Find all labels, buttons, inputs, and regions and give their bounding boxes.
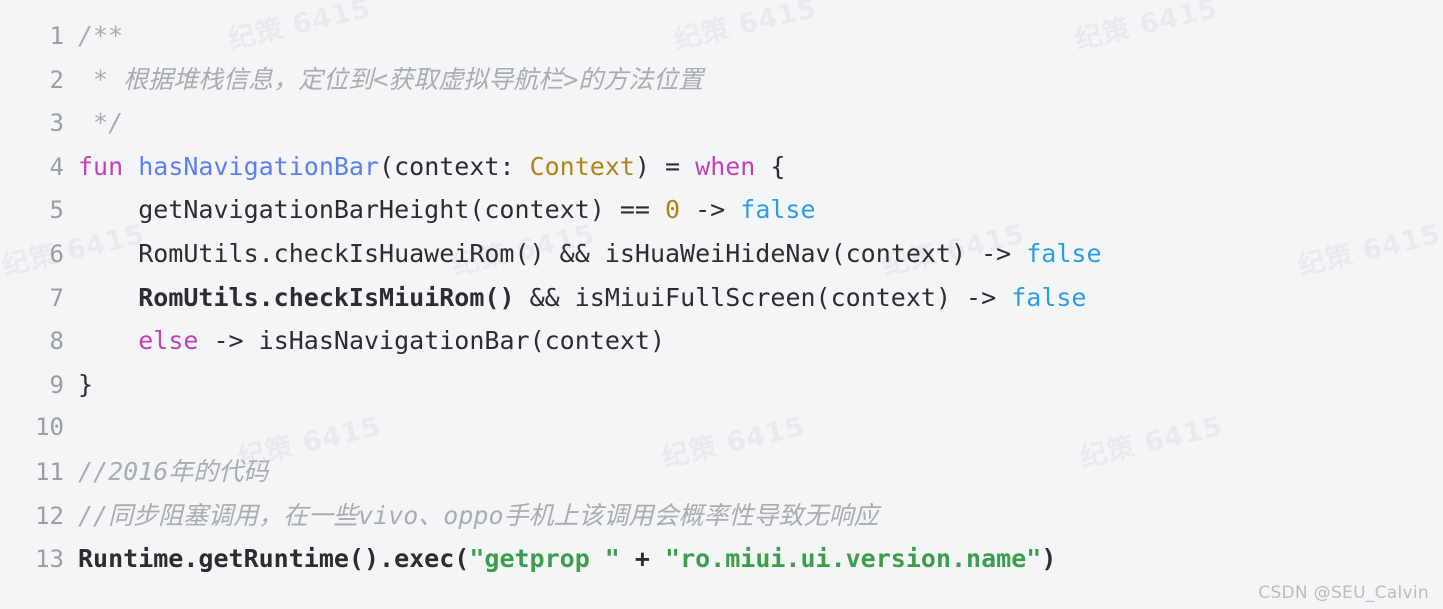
code-token-plain-bold: Runtime.getRuntime().exec(	[78, 544, 470, 574]
code-line: 11 //2016年的代码	[0, 450, 1443, 494]
line-number: 12	[35, 501, 64, 530]
line-number: 13	[35, 545, 64, 574]
code-token-keyword: when	[695, 151, 756, 181]
code-line: 8 else -> isHasNavigationBar(context)	[0, 319, 1443, 363]
code-token-plain: ) =	[634, 151, 696, 181]
code-line-text: RomUtils.checkIsHuaweiRom() && isHuaWeiH…	[78, 232, 1443, 276]
code-token-string-bold: "getprop "	[469, 544, 620, 574]
code-line: 4 fun hasNavigationBar(context: Context) …	[0, 145, 1443, 189]
code-token-plain-bold: )	[1041, 544, 1057, 574]
code-token-plain: && isMiuiFullScreen(context) ->	[514, 282, 1012, 312]
code-line-text: else -> isHasNavigationBar(context)	[78, 319, 1443, 363]
code-token-bool: false	[1026, 238, 1102, 268]
code-line-text: fun hasNavigationBar(context: Context) =…	[78, 145, 1443, 189]
code-token-plain: getNavigationBarHeight(context) ==	[78, 195, 665, 225]
line-number: 1	[49, 22, 64, 50]
code-line-text: */	[78, 101, 1443, 145]
line-number: 10	[35, 413, 64, 442]
code-token-plain: {	[755, 151, 786, 181]
line-number: 9	[49, 370, 64, 399]
line-number: 7	[49, 283, 64, 312]
code-token-bool: false	[1011, 282, 1087, 312]
code-token-comment: //同步阻塞调用，在一些vivo、oppo手机上该调用会概率性导致无响应	[78, 500, 879, 530]
code-token-plain: -> isHasNavigationBar(context)	[198, 326, 666, 356]
code-line: 1 /**	[0, 14, 1443, 58]
code-line: 6 RomUtils.checkIsHuaweiRom() && isHuaWe…	[0, 232, 1443, 276]
code-token-plain: }	[78, 369, 94, 399]
line-number: 5	[49, 196, 64, 225]
line-number: 6	[49, 239, 64, 268]
code-line-text: RomUtils.checkIsMiuiRom() && isMiuiFullS…	[78, 276, 1443, 320]
code-token-keyword: fun	[78, 151, 124, 181]
code-line: 9}	[0, 363, 1443, 407]
code-line-text: * 根据堆栈信息，定位到<获取虚拟导航栏>的方法位置	[78, 58, 1443, 102]
code-line: 5 getNavigationBarHeight(context) == 0 -…	[0, 188, 1443, 232]
code-token-plain: (context:	[379, 151, 530, 181]
code-token-type: Context	[529, 151, 635, 181]
code-line: 3 */	[0, 101, 1443, 145]
line-number: 8	[49, 327, 64, 356]
code-token-bool: false	[740, 195, 816, 225]
code-token-comment: */	[78, 108, 124, 138]
code-line-text: Runtime.getRuntime().exec("getprop " + "…	[78, 537, 1443, 581]
code-token-comment: * 根据堆栈信息，定位到<获取虚拟导航栏>的方法位置	[78, 64, 704, 94]
line-number: 11	[35, 457, 64, 486]
code-line-text: getNavigationBarHeight(context) == 0 -> …	[78, 188, 1443, 232]
line-number: 3	[49, 109, 64, 138]
code-token-num: 0	[665, 195, 681, 225]
code-line-text: /**	[78, 14, 1443, 58]
csdn-attribution-watermark: CSDN @SEU_Calvin	[1258, 583, 1429, 603]
line-number: 4	[49, 152, 64, 181]
code-block: 1/** 2 * 根据堆栈信息，定位到<获取虚拟导航栏>的方法位置 3 */4 fun…	[0, 0, 1443, 609]
code-line-text: //同步阻塞调用，在一些vivo、oppo手机上该调用会概率性导致无响应	[78, 494, 1443, 538]
code-token-keyword: else	[138, 326, 199, 356]
code-line-text: }	[78, 363, 1443, 407]
code-token-plain: RomUtils.checkIsHuaweiRom() && isHuaWeiH…	[78, 238, 1027, 268]
code-token-plain: ->	[680, 195, 741, 225]
code-token-string-bold: "ro.miui.ui.version.name"	[665, 544, 1042, 574]
line-number: 2	[49, 65, 64, 94]
code-line: 10	[0, 406, 1443, 450]
code-line-text: //2016年的代码	[78, 450, 1443, 494]
code-token-comment: /**	[78, 21, 124, 50]
code-token-plain-bold: +	[619, 544, 666, 574]
code-line: 7 RomUtils.checkIsMiuiRom() && isMiuiFul…	[0, 276, 1443, 320]
code-line: 2 * 根据堆栈信息，定位到<获取虚拟导航栏>的方法位置	[0, 58, 1443, 102]
code-token-func: hasNavigationBar	[138, 151, 380, 181]
code-line: 12 //同步阻塞调用，在一些vivo、oppo手机上该调用会概率性导致无响应	[0, 494, 1443, 538]
code-token-comment: //2016年的代码	[78, 456, 269, 486]
code-token-plain-bold: RomUtils.checkIsMiuiRom()	[138, 282, 515, 312]
code-line: 13 Runtime.getRuntime().exec("getprop " +…	[0, 537, 1443, 581]
